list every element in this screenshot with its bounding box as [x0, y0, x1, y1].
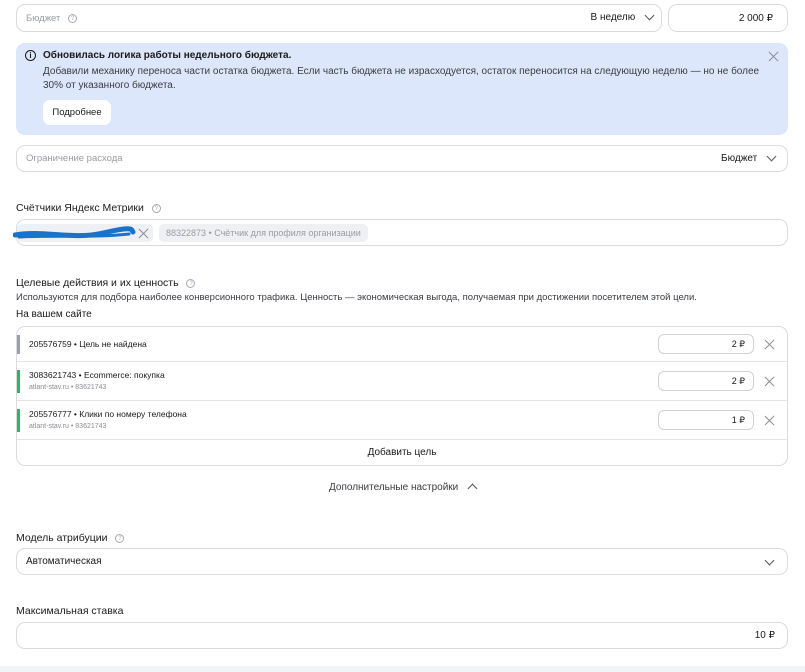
redaction-scribble — [13, 226, 136, 239]
budget-period-select[interactable]: В неделю — [590, 10, 655, 23]
goals-help-icon[interactable]: ? — [186, 278, 196, 288]
goal-row: 3083621743 • Ecommerce: покупка atlant-s… — [17, 362, 787, 401]
goal-row: 205576759 • Цель не найдена 2 ₽ — [17, 327, 787, 362]
remove-goal-icon[interactable] — [764, 339, 775, 350]
goal-status-bar — [17, 409, 20, 432]
counters-label-text: Счётчики Яндекс Метрики — [16, 202, 144, 214]
spend-limit-field[interactable]: Ограничение расхода Бюджет — [16, 145, 788, 172]
close-icon[interactable] — [768, 51, 779, 62]
budget-field[interactable]: Бюджет ? В неделю — [16, 4, 662, 32]
goals-table: 205576759 • Цель не найдена 2 ₽ 30836217… — [16, 326, 788, 466]
budget-amount-input[interactable]: 2 000 ₽ — [668, 4, 788, 32]
chevron-down-icon — [764, 555, 775, 566]
attribution-label: Модель атрибуции ? — [16, 532, 125, 544]
goal-value-input[interactable]: 1 ₽ — [658, 410, 754, 430]
budget-period-value: В неделю — [590, 12, 636, 23]
add-goal-button[interactable]: Добавить цель — [17, 440, 787, 465]
goal-row: 205576777 • Клики по номеру телефона atl… — [17, 401, 787, 440]
remove-goal-icon[interactable] — [764, 376, 775, 387]
info-icon: i — [25, 50, 36, 61]
goal-subtitle: atlant-stav.ru • 83621743 — [29, 384, 107, 391]
goal-status-bar — [17, 370, 20, 393]
chevron-down-icon — [644, 10, 655, 21]
goal-title: 205576777 • Клики по номеру телефона — [29, 409, 187, 419]
remove-counter-icon[interactable] — [138, 228, 149, 239]
max-bid-value: 10 ₽ — [754, 630, 775, 641]
spend-limit-value: Бюджет — [721, 153, 758, 164]
attribution-select[interactable]: Автоматическая — [16, 548, 788, 575]
bottom-divider — [0, 666, 805, 672]
goal-value-input[interactable]: 2 ₽ — [658, 334, 754, 354]
goal-title: 3083621743 • Ecommerce: покупка — [29, 370, 165, 380]
counters-label: Счётчики Яндекс Метрики ? — [16, 202, 161, 214]
goals-label: Целевые действия и их ценность ? — [16, 277, 196, 289]
counter-chip-secondary-text: 88322873 • Счётчик для профиля организац… — [166, 228, 361, 238]
budget-placeholder: Бюджет — [26, 13, 61, 24]
max-bid-input[interactable]: 10 ₽ — [16, 622, 788, 649]
add-goal-label: Добавить цель — [367, 447, 437, 458]
goals-section-title: На вашем сайте — [16, 309, 92, 320]
advanced-settings-toggle[interactable]: Дополнительные настройки — [329, 482, 478, 494]
counter-chip-secondary[interactable]: 88322873 • Счётчик для профиля организац… — [159, 224, 368, 242]
goal-value: 1 ₽ — [731, 415, 745, 425]
attribution-value: Автоматическая — [26, 556, 102, 567]
advanced-settings-label: Дополнительные настройки — [329, 482, 459, 493]
notice-text: Добавили механику переноса части остатка… — [43, 66, 760, 91]
goal-value: 2 ₽ — [731, 339, 745, 349]
counters-field[interactable]: 88322873 • Счётчик для профиля организац… — [13, 219, 788, 246]
spend-limit-placeholder: Ограничение расхода — [26, 153, 123, 164]
notice-more-label: Подробнее — [52, 107, 102, 118]
counters-help-icon[interactable]: ? — [151, 203, 161, 213]
goal-subtitle: atlant-stav.ru • 83621743 — [29, 423, 107, 430]
weekly-budget-notice: i Обновилась логика работы недельного бю… — [16, 43, 788, 135]
notice-more-button[interactable]: Подробнее — [43, 100, 111, 125]
goals-description: Используются для подбора наиболее конвер… — [16, 292, 697, 303]
budget-amount-value: 2 000 ₽ — [738, 13, 773, 24]
goal-value: 2 ₽ — [731, 376, 745, 386]
goal-status-bar — [17, 335, 20, 354]
goals-label-text: Целевые действия и их ценность — [16, 277, 179, 289]
goal-value-input[interactable]: 2 ₽ — [658, 371, 754, 391]
max-bid-label: Максимальная ставка — [16, 605, 124, 617]
spend-limit-select[interactable]: Бюджет — [721, 151, 777, 164]
chevron-up-icon — [467, 483, 478, 494]
counter-chip-primary — [13, 224, 153, 242]
attribution-help-icon[interactable]: ? — [115, 533, 125, 543]
remove-goal-icon[interactable] — [764, 415, 775, 426]
notice-title: Обновилась логика работы недельного бюдж… — [43, 50, 292, 61]
attribution-label-text: Модель атрибуции — [16, 532, 108, 544]
chevron-down-icon — [766, 151, 777, 162]
budget-help-icon[interactable]: ? — [68, 14, 77, 23]
goal-title: 205576759 • Цель не найдена — [29, 339, 147, 349]
